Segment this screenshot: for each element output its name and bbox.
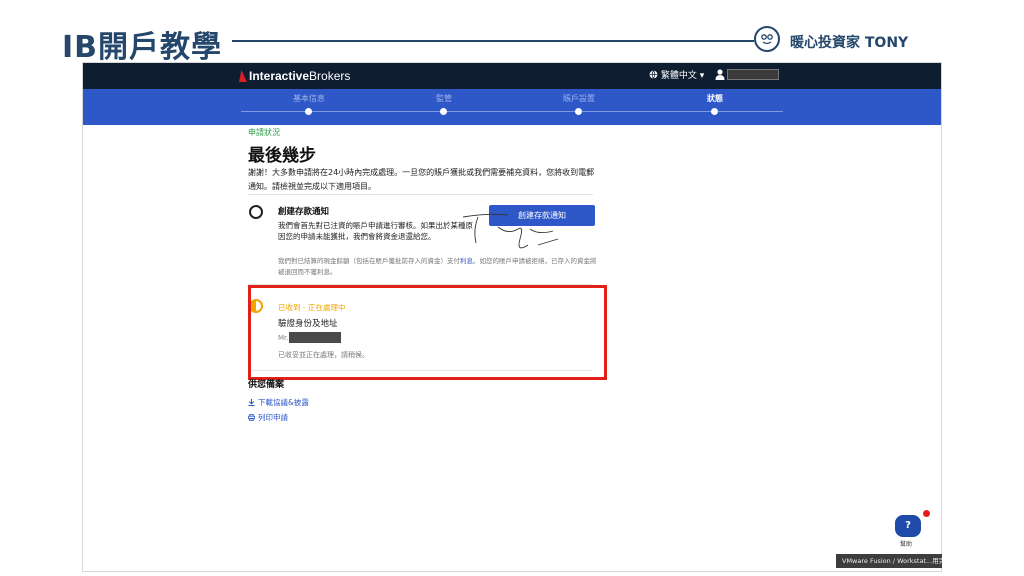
smiling-face-circle-icon	[754, 26, 780, 52]
interest-note-prefix: 我們對已結算的現金餘額（包括在賬戶獲批前存入的資金）支付	[278, 257, 460, 265]
intro-text: 謝謝！大多數申請將在24小時內完成處理。一旦您的賬戶獲批或我們需要補充資料，您將…	[248, 168, 595, 191]
interest-link[interactable]: 利息	[460, 257, 473, 265]
slide-title: IB開戶教學	[62, 30, 223, 65]
brand-name: 暖心投資家 TONY	[790, 35, 909, 51]
ib-top-navbar: InteractiveBrokers 繁體中文 ▾	[83, 63, 941, 89]
page-heading: 最後幾步	[248, 146, 316, 166]
for-your-records-heading: 供您備案	[248, 380, 285, 390]
language-label: 繁體中文 ▾	[660, 71, 705, 81]
print-label: 列印申請	[258, 413, 288, 422]
red-highlight-box	[248, 285, 607, 380]
step-account-setup: 賬戶設置	[563, 94, 595, 103]
download-label: 下載協議&披露	[258, 398, 309, 407]
application-progress-bar: 基本信息 監管 賬戶設置 狀態	[83, 89, 941, 125]
question-mark-icon: ?	[905, 520, 911, 531]
step-dot-basic-info	[305, 108, 312, 115]
ib-logo[interactable]: InteractiveBrokers	[239, 69, 350, 83]
step-dot-status	[711, 108, 718, 115]
incomplete-circle-icon	[249, 205, 263, 219]
step-basic-info: 基本信息	[293, 94, 325, 103]
download-agreements-link[interactable]: 下載協議&披露	[248, 397, 309, 408]
step-dot-regulatory	[440, 108, 447, 115]
logo-suffix: Brokers	[309, 69, 351, 83]
print-application-link[interactable]: 列印申請	[248, 412, 288, 423]
notification-badge	[923, 510, 930, 517]
status-eyebrow: 申請狀況	[248, 128, 280, 137]
help-label: 幫助	[900, 541, 913, 548]
user-name-redacted[interactable]	[727, 69, 779, 80]
language-selector[interactable]: 繁體中文 ▾	[649, 68, 704, 81]
interest-note: 我們對已結算的現金餘額（包括在賬戶獲批前存入的資金）支付利息。如您的賬戶申請被拒…	[278, 256, 598, 278]
globe-icon	[649, 70, 658, 79]
browser-window: InteractiveBrokers 繁體中文 ▾ 基本信息 監管 賬戶設置 狀…	[82, 62, 942, 572]
step-regulatory: 監管	[436, 94, 452, 103]
user-icon[interactable]	[715, 69, 725, 80]
title-divider	[232, 40, 754, 42]
logo-prefix: Interactive	[249, 69, 310, 83]
help-button[interactable]: ?	[895, 515, 921, 537]
handwritten-signature-scribble	[462, 213, 559, 249]
ib-logo-mark-icon	[239, 70, 247, 82]
download-icon	[248, 399, 255, 406]
progress-track	[241, 111, 783, 112]
divider	[248, 194, 593, 195]
taskbar-tooltip: VMware Fusion / Workstat...用完	[836, 554, 942, 568]
step-dot-account-setup	[575, 108, 582, 115]
deposit-task-description: 我們會首先對已注資的賬戶申請進行審核。如果出於某種原因您的申請未能獲批，我們會將…	[278, 221, 473, 241]
step-status: 狀態	[707, 94, 723, 103]
deposit-task-title: 創建存款通知	[278, 207, 330, 217]
printer-icon	[248, 414, 255, 421]
